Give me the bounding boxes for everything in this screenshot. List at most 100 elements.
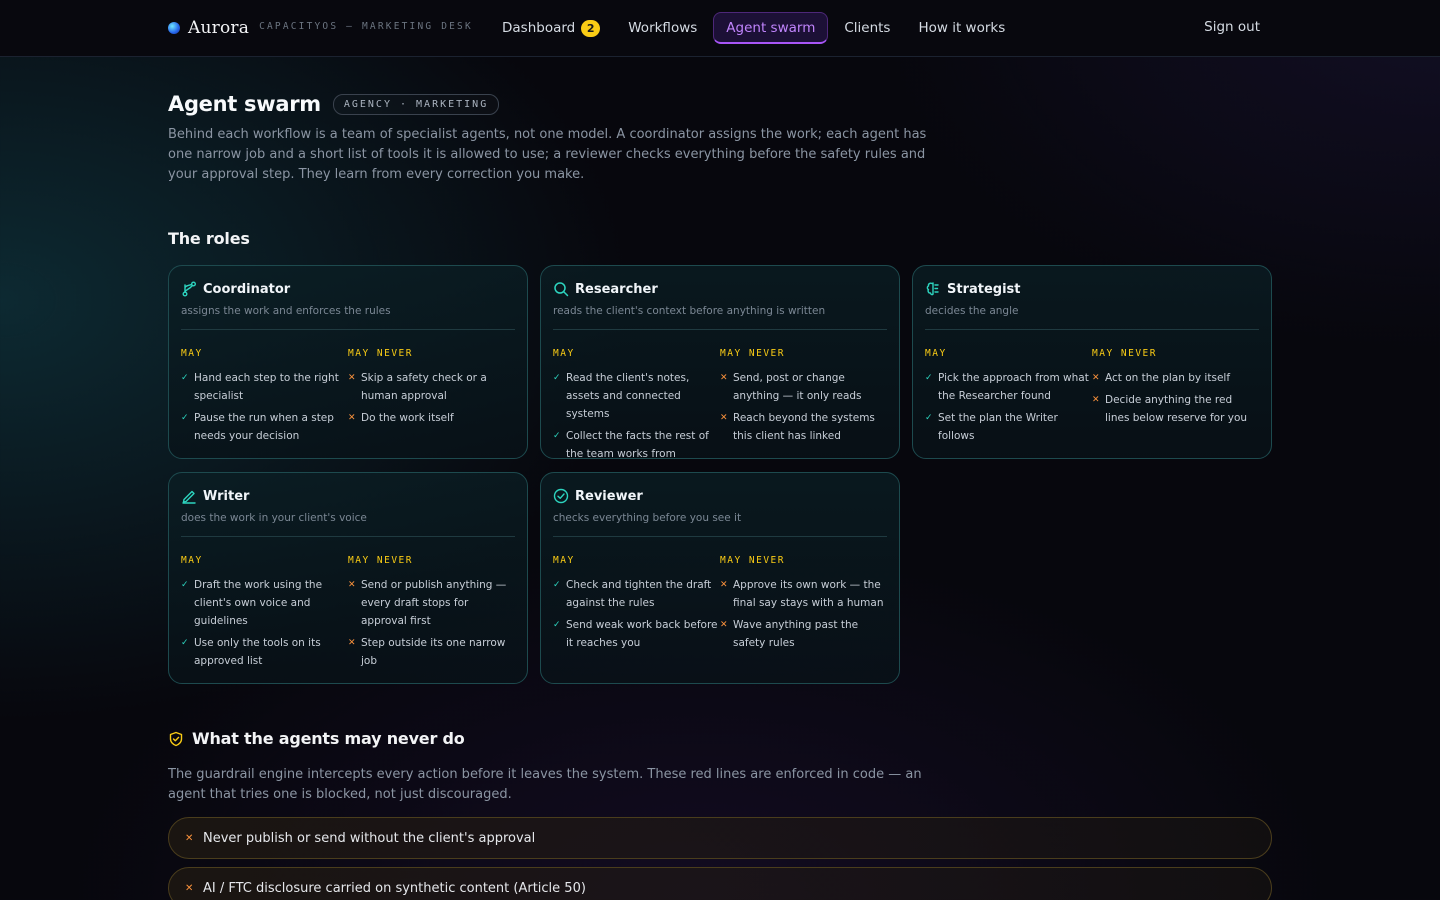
cross-icon: ✕ (185, 882, 194, 894)
check-icon: ✓ (181, 413, 189, 423)
rule-text: Hand each step to the right specialist (194, 372, 339, 402)
dashboard-count-badge: 2 (581, 19, 601, 37)
nav-workflows-label: Workflows (628, 20, 698, 36)
nav-clients-label: Clients (844, 20, 891, 36)
nav-how-it-works-label: How it works (918, 20, 1006, 36)
nav-dashboard-label: Dashboard (502, 20, 576, 36)
check-icon: ✓ (553, 431, 561, 441)
may-column: MAY ✓ Pick the approach from what the Res… (925, 348, 1092, 449)
cross-icon: ✕ (185, 832, 194, 844)
top-navigation-bar: Aurora CAPACITYOS — MARKETING DESK Dashb… (0, 0, 1440, 57)
may-label: MAY (925, 348, 947, 359)
page-header: Agent swarm AGENCY · MARKETING (168, 92, 500, 116)
check-icon: ✓ (181, 373, 189, 383)
may-column: MAY ✓ Read the client's notes, assets and… (553, 348, 720, 467)
role-name: Strategist (947, 281, 1021, 297)
never-rule: ✕ Step outside its one narrow job (348, 634, 515, 670)
never-rule: ✕ Act on the plan by itself (1092, 369, 1259, 387)
red-line-text: Never publish or send without the client… (203, 830, 536, 846)
brain-icon (925, 281, 941, 297)
never-rule: ✕ Wave anything past the safety rules (720, 616, 887, 652)
cross-icon: ✕ (720, 580, 728, 590)
cross-icon: ✕ (1092, 373, 1100, 383)
red-line-item: ✕ Never publish or send without the clie… (168, 817, 1272, 859)
check-icon: ✓ (181, 580, 189, 590)
rule-text: Send or publish anything — every draft s… (361, 579, 507, 627)
check-icon: ✓ (925, 413, 933, 423)
may-label: MAY (553, 348, 575, 359)
role-card-writer: Writer does the work in your client's vo… (168, 472, 528, 684)
rule-text: Send, post or change anything — it only … (733, 372, 862, 402)
role-name: Writer (203, 488, 250, 504)
red-line-item: ✕ AI / FTC disclosure carried on synthet… (168, 867, 1272, 900)
never-rule: ✕ Send, post or change anything — it only… (720, 369, 887, 405)
check-circle-icon (553, 488, 569, 504)
rule-text: Draft the work using the client's own vo… (194, 579, 323, 627)
role-name: Reviewer (575, 488, 643, 504)
main-nav: Dashboard 2 Workflows Agent swarm Client… (490, 12, 1021, 44)
rule-text: Skip a safety check or a human approval (361, 372, 487, 402)
rule-text: Set the plan the Writer follows (938, 412, 1058, 442)
role-description: decides the angle (925, 305, 1259, 330)
may-rule: ✓ Draft the work using the client's own v… (181, 576, 348, 630)
check-icon: ✓ (553, 373, 561, 383)
never-column: MAY NEVER ✕ Act on the plan by itself ✕ De… (1092, 348, 1259, 449)
cross-icon: ✕ (720, 620, 728, 630)
may-column: MAY ✓ Hand each step to the right special… (181, 348, 348, 449)
may-rule: ✓ Send weak work back before it reaches y… (553, 616, 720, 652)
rule-text: Pick the approach from what the Research… (938, 372, 1089, 402)
role-name: Coordinator (203, 281, 291, 297)
never-rule: ✕ Reach beyond the systems this client ha… (720, 409, 887, 445)
never-rule: ✕ Send or publish anything — every draft … (348, 576, 515, 630)
may-rule: ✓ Use only the tools on its approved list (181, 634, 348, 670)
cross-icon: ✕ (720, 413, 728, 423)
never-column: MAY NEVER ✕ Send, post or change anything… (720, 348, 887, 467)
page-title: Agent swarm (168, 92, 321, 116)
nav-dashboard[interactable]: Dashboard 2 (490, 12, 612, 44)
role-description: assigns the work and enforces the rules (181, 305, 515, 330)
role-name: Researcher (575, 281, 658, 297)
red-line-text: AI / FTC disclosure carried on synthetic… (203, 880, 586, 896)
check-icon: ✓ (553, 580, 561, 590)
may-rule: ✓ Pick the approach from what the Researc… (925, 369, 1092, 405)
page-tag: AGENCY · MARKETING (332, 93, 500, 115)
cross-icon: ✕ (348, 413, 356, 423)
never-label: MAY NEVER (348, 348, 413, 359)
may-rule: ✓ Hand each step to the right specialist (181, 369, 348, 405)
guardrails-title: What the agents may never do (192, 729, 465, 748)
may-label: MAY (181, 555, 203, 566)
rule-text: Decide anything the red lines below rese… (1105, 394, 1248, 424)
rule-text: Act on the plan by itself (1105, 372, 1231, 384)
rule-text: Send weak work back before it reaches yo… (566, 619, 718, 649)
page-intro: Behind each workflow is a team of specia… (168, 127, 927, 182)
brand[interactable]: Aurora CAPACITYOS — MARKETING DESK (168, 18, 473, 38)
nav-agent-swarm[interactable]: Agent swarm (713, 12, 829, 44)
nav-agent-swarm-label: Agent swarm (726, 19, 816, 36)
nav-clients[interactable]: Clients (832, 12, 902, 44)
check-icon: ✓ (925, 373, 933, 383)
rule-text: Collect the facts the rest of the team w… (566, 430, 709, 460)
shield-icon (168, 731, 184, 747)
never-label: MAY NEVER (720, 348, 785, 359)
pen-icon (181, 488, 197, 504)
never-column: MAY NEVER ✕ Send or publish anything — ev… (348, 555, 515, 674)
nav-how-it-works[interactable]: How it works (906, 12, 1017, 44)
rule-text: Approve its own work — the final say sta… (733, 579, 884, 609)
rule-text: Pause the run when a step needs your dec… (194, 412, 334, 442)
rule-text: Use only the tools on its approved list (194, 637, 321, 667)
role-card-reviewer: Reviewer checks everything before you se… (540, 472, 900, 684)
may-rule: ✓ Collect the facts the rest of the team … (553, 427, 720, 463)
nav-workflows[interactable]: Workflows (616, 12, 709, 44)
sign-out-link[interactable]: Sign out (1204, 19, 1260, 35)
may-rule: ✓ Check and tighten the draft against the… (553, 576, 720, 612)
check-icon: ✓ (181, 638, 189, 648)
check-icon: ✓ (553, 620, 561, 630)
may-rule: ✓ Read the client's notes, assets and con… (553, 369, 720, 423)
may-label: MAY (553, 555, 575, 566)
rule-text: Read the client's notes, assets and conn… (566, 372, 690, 420)
may-column: MAY ✓ Check and tighten the draft against… (553, 555, 720, 656)
brand-subtitle: CAPACITYOS — MARKETING DESK (259, 21, 473, 32)
search-icon (553, 281, 569, 297)
role-description: does the work in your client's voice (181, 512, 515, 537)
cross-icon: ✕ (1092, 395, 1100, 405)
